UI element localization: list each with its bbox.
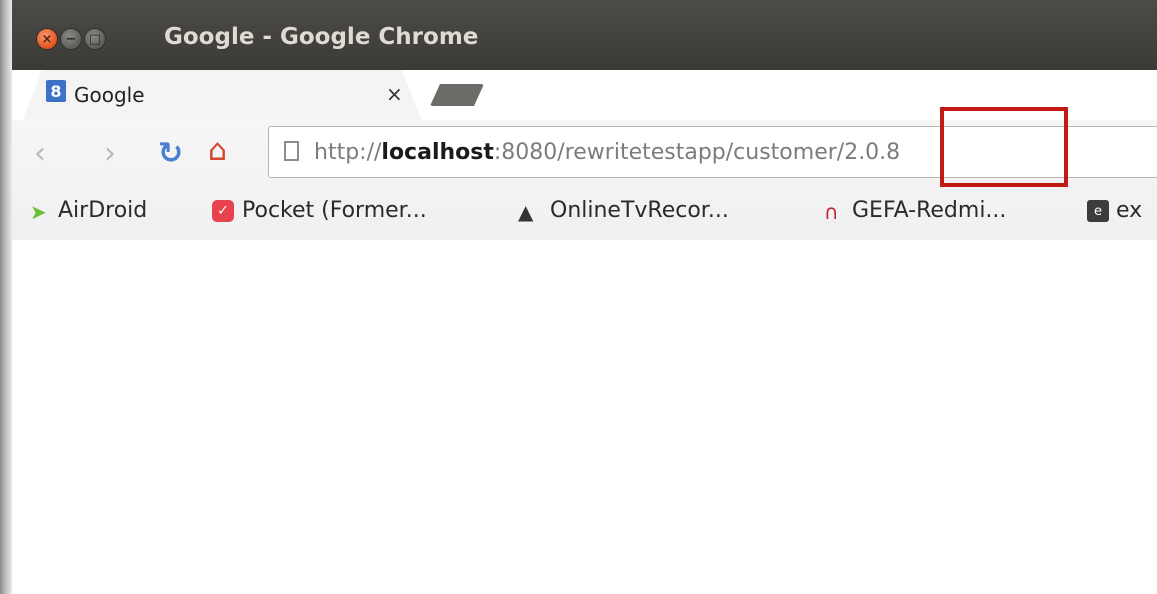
browser-window: × − □ Google - Google Chrome 8 Google × …: [12, 0, 1157, 594]
maximize-icon[interactable]: □: [84, 28, 106, 50]
url-text[interactable]: http://localhost:8080/rewritetestapp/cus…: [314, 140, 900, 165]
home-icon[interactable]: ⌂: [208, 133, 227, 168]
new-tab-button[interactable]: [430, 84, 484, 106]
back-icon[interactable]: ‹: [34, 136, 46, 171]
airdroid-icon: ➤: [30, 200, 47, 224]
page-content: [12, 240, 1157, 594]
gefa-icon: ∩: [824, 200, 839, 224]
window-title: Google - Google Chrome: [164, 24, 479, 50]
url-host: localhost: [381, 140, 494, 165]
tab-close-icon[interactable]: ×: [386, 82, 403, 106]
close-icon[interactable]: ×: [36, 28, 58, 50]
page-icon: [284, 141, 299, 161]
onlinetv-icon: ▲: [518, 200, 534, 224]
forward-icon[interactable]: ›: [104, 136, 116, 171]
ex-icon: e: [1087, 200, 1109, 222]
url-scheme: http://: [314, 140, 382, 165]
desktop-edge: [0, 0, 12, 594]
bookmark-onlinetvrecorder[interactable]: OnlineTvRecor...: [550, 198, 729, 223]
tab-title: Google: [74, 83, 145, 107]
bookmark-airdroid[interactable]: AirDroid: [58, 198, 147, 223]
bookmark-ex[interactable]: ex: [1116, 198, 1142, 223]
url-path: :8080/rewritetestapp/customer/2.0.8: [493, 140, 901, 165]
google-favicon-icon: 8: [46, 80, 66, 102]
bookmark-gefa-redmine[interactable]: GEFA-Redmi...: [852, 198, 1006, 223]
pocket-icon: ✓: [212, 200, 234, 222]
annotation-highlight: [940, 107, 1068, 187]
minimize-icon[interactable]: −: [60, 28, 82, 50]
bookmark-pocket[interactable]: Pocket (Former...: [242, 198, 427, 223]
reload-icon[interactable]: ↻: [158, 136, 183, 171]
